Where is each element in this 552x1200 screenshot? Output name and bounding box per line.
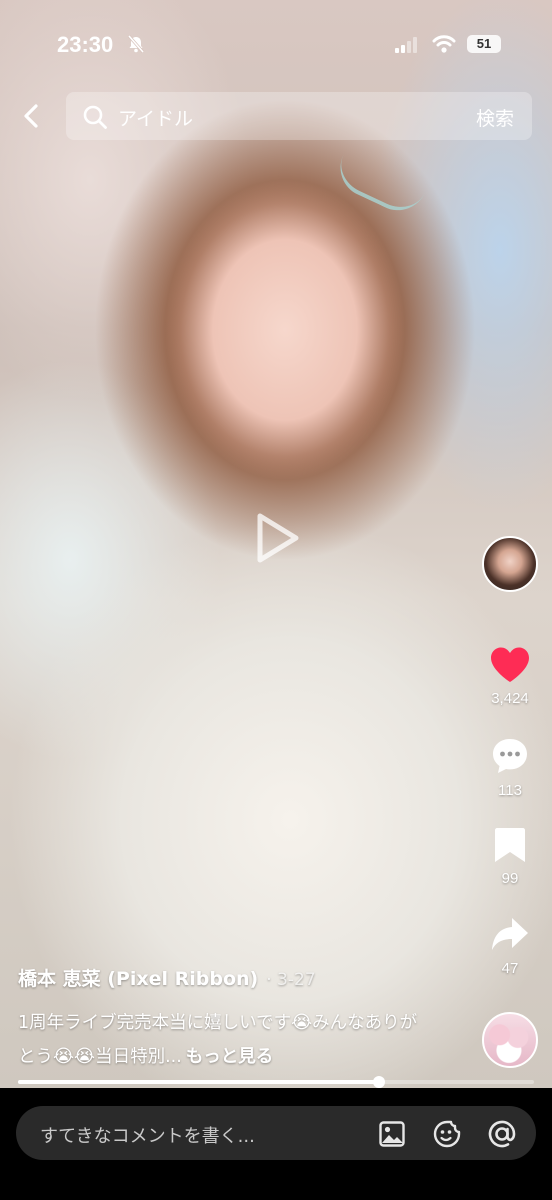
post-caption[interactable]: 1周年ライブ完売本当に嬉しいです😭みんなありがとう😭😭当日特別... もっと見る [18,1006,418,1074]
search-bar[interactable]: アイドル 検索 [66,92,532,140]
crying-emoji: 😭 [74,1046,96,1067]
video-progress-bar[interactable] [18,1076,534,1088]
emoji-icon[interactable] [432,1119,462,1149]
caption-text: 当日特別... [95,1047,182,1067]
mention-icon[interactable] [486,1118,518,1150]
bell-mute-icon [127,35,145,53]
comment-placeholder: すてきなコメントを書く... [40,1126,255,1147]
author-name[interactable]: 橋本 恵菜 (Pixel Ribbon) [18,968,258,990]
wifi-icon [432,35,456,53]
comment-bar: すてきなコメントを書く... [0,1088,552,1200]
caption-text: 1周年ライブ完売本当に嬉しいです [18,1013,292,1033]
clock: 23:30 [57,32,114,57]
image-icon[interactable] [378,1120,406,1148]
crying-emoji: 😭 [53,1046,75,1067]
creator-avatar[interactable] [482,536,538,592]
share-button[interactable]: 47 [472,916,548,977]
sound-avatar[interactable] [482,1012,538,1068]
crying-emoji: 😭 [291,1012,313,1033]
heart-icon [491,647,529,682]
signal-icon [395,37,417,53]
search-input[interactable]: アイドル [118,104,193,131]
post-date: · 3-27 [266,970,316,990]
share-icon [492,918,528,950]
comment-button[interactable]: 113 [472,736,548,799]
like-button[interactable]: 3,424 [472,646,548,707]
status-bar: 23:30 51 [0,0,552,90]
video-player[interactable] [0,0,552,1088]
battery-indicator: 51 [467,35,501,53]
back-icon[interactable] [18,102,46,130]
bookmark-count: 99 [501,870,519,887]
progress-fill [18,1080,380,1084]
comment-input[interactable]: すてきなコメントを書く... [16,1106,536,1160]
search-icon [83,105,107,129]
share-count: 47 [501,960,519,977]
comment-count: 113 [498,782,522,799]
bookmark-icon [495,828,525,862]
see-more-link[interactable]: もっと見る [186,1047,274,1067]
search-button[interactable]: 検索 [476,104,514,131]
like-count: 3,424 [491,690,529,707]
comment-icon [493,739,527,773]
bookmark-button[interactable]: 99 [472,826,548,887]
post-author-line[interactable]: 橋本 恵菜 (Pixel Ribbon) · 3-27 [18,964,316,991]
play-icon[interactable] [246,508,306,568]
